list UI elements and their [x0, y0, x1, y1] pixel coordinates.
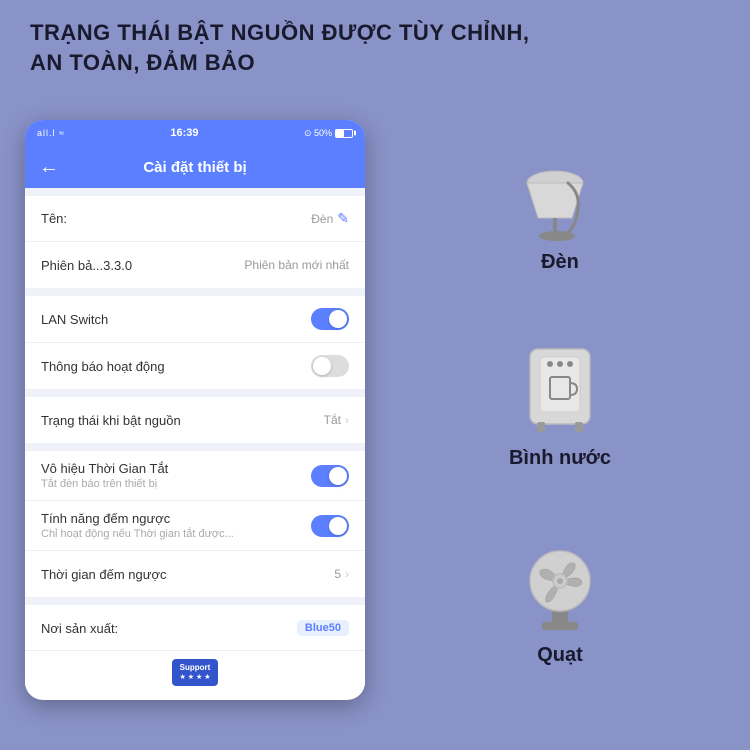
header-title: TRẠNG THÁI BẬT NGUỒN ĐƯỢC TÙY CHỈNH, AN …: [30, 18, 720, 77]
toggle-tinhnang[interactable]: [311, 515, 349, 537]
value-ten: Đèn ✎: [311, 210, 349, 227]
label-phienban: Phiên bả...3.3.0: [41, 258, 132, 273]
signal-icon: all.l ≈: [37, 128, 65, 138]
row-tinh-nang[interactable]: Tính năng đếm ngược Chỉ hoạt động nếu Th…: [25, 501, 365, 551]
sublabel-vohieu: Tắt đèn báo trên thiết bị: [41, 478, 168, 490]
back-button[interactable]: ←: [39, 156, 59, 179]
row-tinhnang-left: Tính năng đếm ngược Chỉ hoạt động nếu Th…: [41, 511, 234, 540]
row-vohieu[interactable]: Vô hiệu Thời Gian Tắt Tắt đèn báo trên t…: [25, 451, 365, 501]
row-thoi-gian[interactable]: Thời gian đếm ngược 5 ›: [25, 551, 365, 597]
row-noisan: Nơi sản xuất: Blue50: [25, 605, 365, 650]
battery-icon: [335, 129, 353, 138]
label-tinhnang: Tính năng đếm ngược: [41, 511, 234, 526]
row-trangthai[interactable]: Trạng thái khi bật nguồn Tắt ›: [25, 397, 365, 443]
value-phienban: Phiên bản mới nhất: [244, 258, 349, 272]
section-noisan: Nơi sản xuất: Blue50: [25, 605, 365, 650]
nav-bar: ← Cài đặt thiết bị: [25, 146, 365, 188]
badge-blue50: Blue50: [297, 620, 349, 636]
settings-content: Tên: Đèn ✎ Phiên bả...3.3.0 Phiên bản mớ…: [25, 188, 365, 650]
label-trangthai: Trạng thái khi bật nguồn: [41, 413, 181, 428]
row-thongbao[interactable]: Thông báo hoạt động: [25, 343, 365, 389]
battery-display: ⊙ 50%: [304, 128, 353, 139]
chevron-icon-2: ›: [345, 567, 349, 581]
label-binhnuoc: Bình nước: [509, 447, 611, 470]
section-timers: Vô hiệu Thời Gian Tắt Tắt đèn báo trên t…: [25, 451, 365, 597]
toggle-lan-switch[interactable]: [311, 308, 349, 330]
support-badge: Support ★ ★ ★ ★: [172, 659, 219, 686]
row-vohieu-left: Vô hiệu Thời Gian Tắt Tắt đèn báo trên t…: [41, 461, 168, 490]
toggle-vohieu[interactable]: [311, 465, 349, 487]
device-quat: Quạt: [510, 536, 610, 667]
label-thoigian: Thời gian đếm ngược: [41, 567, 166, 582]
row-ten: Tên: Đèn ✎: [25, 196, 365, 242]
phone-mockup: all.l ≈ 16:39 ⊙ 50% ← Cài đặt thiết bị T…: [25, 120, 365, 700]
time-display: 16:39: [170, 127, 198, 139]
label-quat: Quạt: [537, 644, 583, 667]
lamp-icon: [510, 153, 610, 243]
row-phienban: Phiên bả...3.3.0 Phiên bản mới nhất: [25, 242, 365, 288]
label-lan-switch: LAN Switch: [41, 312, 108, 327]
water-heater-icon: [515, 339, 605, 439]
value-thoigian: 5 ›: [334, 567, 349, 581]
fan-icon: [510, 536, 610, 636]
status-bar: all.l ≈ 16:39 ⊙ 50%: [25, 120, 365, 146]
label-ten: Tên:: [41, 211, 67, 226]
section-info: Tên: Đèn ✎ Phiên bả...3.3.0 Phiên bản mớ…: [25, 196, 365, 288]
nav-title: Cài đặt thiết bị: [73, 159, 317, 176]
sublabel-tinhnang: Chỉ hoạt động nếu Thời gian tắt được...: [41, 528, 234, 540]
device-panel: Đèn Bình nước: [390, 120, 730, 700]
toggle-thongbao[interactable]: [311, 355, 349, 377]
label-den: Đèn: [541, 251, 579, 274]
label-thongbao: Thông báo hoạt động: [41, 359, 165, 374]
section-trangthai: Trạng thái khi bật nguồn Tắt ›: [25, 397, 365, 443]
device-binhnuoc: Bình nước: [509, 339, 611, 470]
row-lan-switch[interactable]: LAN Switch: [25, 296, 365, 343]
chevron-icon: ›: [345, 413, 349, 427]
section-switches: LAN Switch Thông báo hoạt động: [25, 296, 365, 389]
label-noisan: Nơi sản xuất:: [41, 621, 118, 636]
device-den: Đèn: [510, 153, 610, 274]
phone-footer: Support ★ ★ ★ ★: [25, 650, 365, 694]
value-trangthai: Tắt ›: [324, 413, 349, 427]
label-vohieu: Vô hiệu Thời Gian Tắt: [41, 461, 168, 476]
edit-icon[interactable]: ✎: [337, 210, 349, 227]
